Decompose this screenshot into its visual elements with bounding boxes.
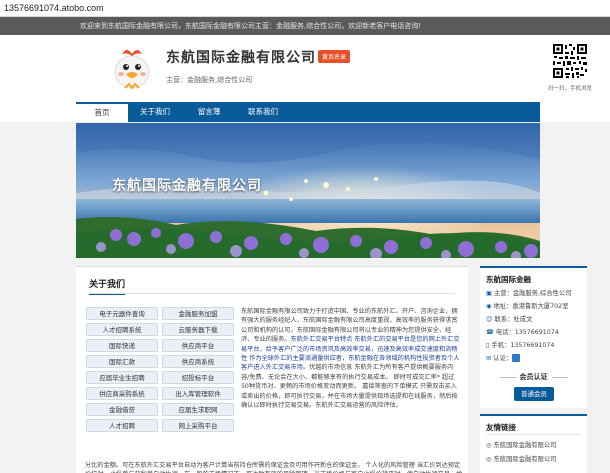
about-panel: 关于我们 电子元器件查询 金融服务加盟 人才招聘系统 云服务器下载 国际快递 供… <box>76 266 468 473</box>
tag-link[interactable]: 国际汇款 <box>86 355 158 368</box>
links-divider <box>486 434 581 435</box>
friend-link-text[interactable]: 东航国际金融有限公司 <box>494 442 557 449</box>
tag-link[interactable]: 出入库管理软件 <box>162 387 234 400</box>
nav-home[interactable]: 首页 <box>76 102 128 122</box>
person-icon: ☺ <box>486 316 493 323</box>
tag-link[interactable]: 应届生求职网 <box>162 403 234 416</box>
tag-link[interactable]: 人才招聘系统 <box>86 323 158 336</box>
welcome-text: 欢迎来到东航国际金融有限公司，东航国际金融有限公司主营：金融服务,综合性公司，欢… <box>80 22 422 30</box>
business-icon: ▣ <box>486 290 492 297</box>
tag-link[interactable]: 国际快递 <box>86 339 158 352</box>
tag-link[interactable]: 网上采购平台 <box>162 419 234 432</box>
company-card: 东航国际金融 ▣ 主营：金融服务,综合性公司 ◉ 地址：香港鲁斯大厦702室 ☺ 联系… <box>480 266 587 408</box>
url-text: 13576691074.atobo.com <box>4 3 104 13</box>
qr-caption: 扫一扫，手机浏览 <box>548 86 593 92</box>
address-bar[interactable]: 13576691074.atobo.com <box>0 0 610 17</box>
company-card-title: 东航国际金融 <box>486 275 531 284</box>
hero-banner: 东航国际金融有限公司 <box>76 123 540 258</box>
welcome-strip: 欢迎来到东航国际金融有限公司，东航国际金融有限公司主营：金融服务,综合性公司，欢… <box>0 17 610 35</box>
member-cert-label: 会员认证 <box>486 372 581 382</box>
info-label: 主营： <box>493 290 513 297</box>
tag-grid: 电子元器件查询 金融服务加盟 人才招聘系统 云服务器下载 国际快递 供应商平台 … <box>86 307 234 432</box>
company-name: 东航国际金融有限公司 <box>166 50 316 66</box>
business-value: 金融服务,综合性公司 <box>187 76 253 84</box>
info-label: 电话： <box>495 329 515 336</box>
tag-link[interactable]: 供应商系统 <box>162 355 234 368</box>
cert-icon: ✉ <box>486 355 492 362</box>
phone-icon: ☎ <box>486 329 494 336</box>
friend-links-card: 友情链接 ◎ 东航国际金融有限公司 ◎ 东航国际金融有限公司 <box>480 414 587 473</box>
info-row-contact: ☺ 联系：杜成文 <box>486 314 532 323</box>
info-value: 金融服务,综合性公司 <box>512 290 572 297</box>
friend-link-text[interactable]: 东航国际金融有限公司 <box>494 456 557 463</box>
info-row-mobile: ▯ 手机：13576691074 <box>486 340 554 349</box>
qr-code-icon <box>552 43 588 79</box>
tag-link[interactable]: 供应商采购系统 <box>86 387 158 400</box>
friend-link[interactable]: ◎ 东航国际金融有限公司 <box>486 454 556 463</box>
tag-link[interactable]: 金融服务加盟 <box>162 307 234 320</box>
about-divider <box>89 293 455 294</box>
member-button[interactable]: 普通会员 <box>514 387 554 401</box>
info-row-business: ▣ 主营：金融服务,综合性公司 <box>486 288 572 297</box>
verified-icon <box>512 354 521 362</box>
info-value: 13576691074 <box>514 329 559 336</box>
site-header: 东航国际金融有限公司 黄页名录 主营：金融服务,综合性公司 扫一扫，手机浏览 <box>0 35 610 102</box>
tag-link[interactable]: 电子元器件查询 <box>86 307 158 320</box>
info-row-cert: ✉ 认证： <box>486 353 521 362</box>
info-value: 香港鲁斯大厦702室 <box>512 303 569 310</box>
directory-badge[interactable]: 黄页名录 <box>318 50 351 63</box>
tag-link[interactable]: 应届毕业生招聘 <box>86 371 158 384</box>
friend-links-title: 友情链接 <box>486 423 516 432</box>
chick-logo-icon[interactable] <box>107 42 157 92</box>
info-row-phone: ☎ 电话：13576691074 <box>486 327 559 336</box>
location-icon: ◉ <box>486 303 492 310</box>
friend-link[interactable]: ◎ 东航国际金融有限公司 <box>486 440 556 449</box>
info-value: 杜成文 <box>513 316 533 323</box>
tag-link[interactable]: 招投标平台 <box>162 371 234 384</box>
about-full-text: 分比的金额。可在东航外汇交易平台自动为客户计算当前持仓所需的保证金及可用作开新仓… <box>85 462 462 473</box>
info-value: 13576691074 <box>510 342 555 349</box>
info-label: 联系： <box>494 316 514 323</box>
header-business: 主营：金融服务,综合性公司 <box>166 75 252 85</box>
info-row-address: ◉ 地址：香港鲁斯大厦702室 <box>486 301 569 310</box>
info-label: 认证： <box>493 355 513 362</box>
main-nav: 首页 关于我们 留言薄 联系我们 <box>0 102 610 122</box>
tag-link[interactable]: 云服务器下载 <box>162 323 234 336</box>
info-label: 地址： <box>493 303 513 310</box>
info-label: 手机： <box>491 342 511 349</box>
nav-guestbook[interactable]: 留言薄 <box>182 102 236 122</box>
tag-link[interactable]: 人才招聘 <box>86 419 158 432</box>
nav-contact[interactable]: 联系我们 <box>236 102 290 122</box>
business-label: 主营： <box>166 76 187 84</box>
banner-title: 东航国际金融有限公司 <box>112 178 262 194</box>
about-description: 东航国际金融有限公司致力于打造中国、专业的东航外汇、开户、咨询企业，拥有强大的服… <box>241 307 461 410</box>
nav-about[interactable]: 关于我们 <box>128 102 182 122</box>
tag-link[interactable]: 金融借贷 <box>86 403 158 416</box>
mobile-icon: ▯ <box>486 342 490 349</box>
tag-link[interactable]: 供应商平台 <box>162 339 234 352</box>
